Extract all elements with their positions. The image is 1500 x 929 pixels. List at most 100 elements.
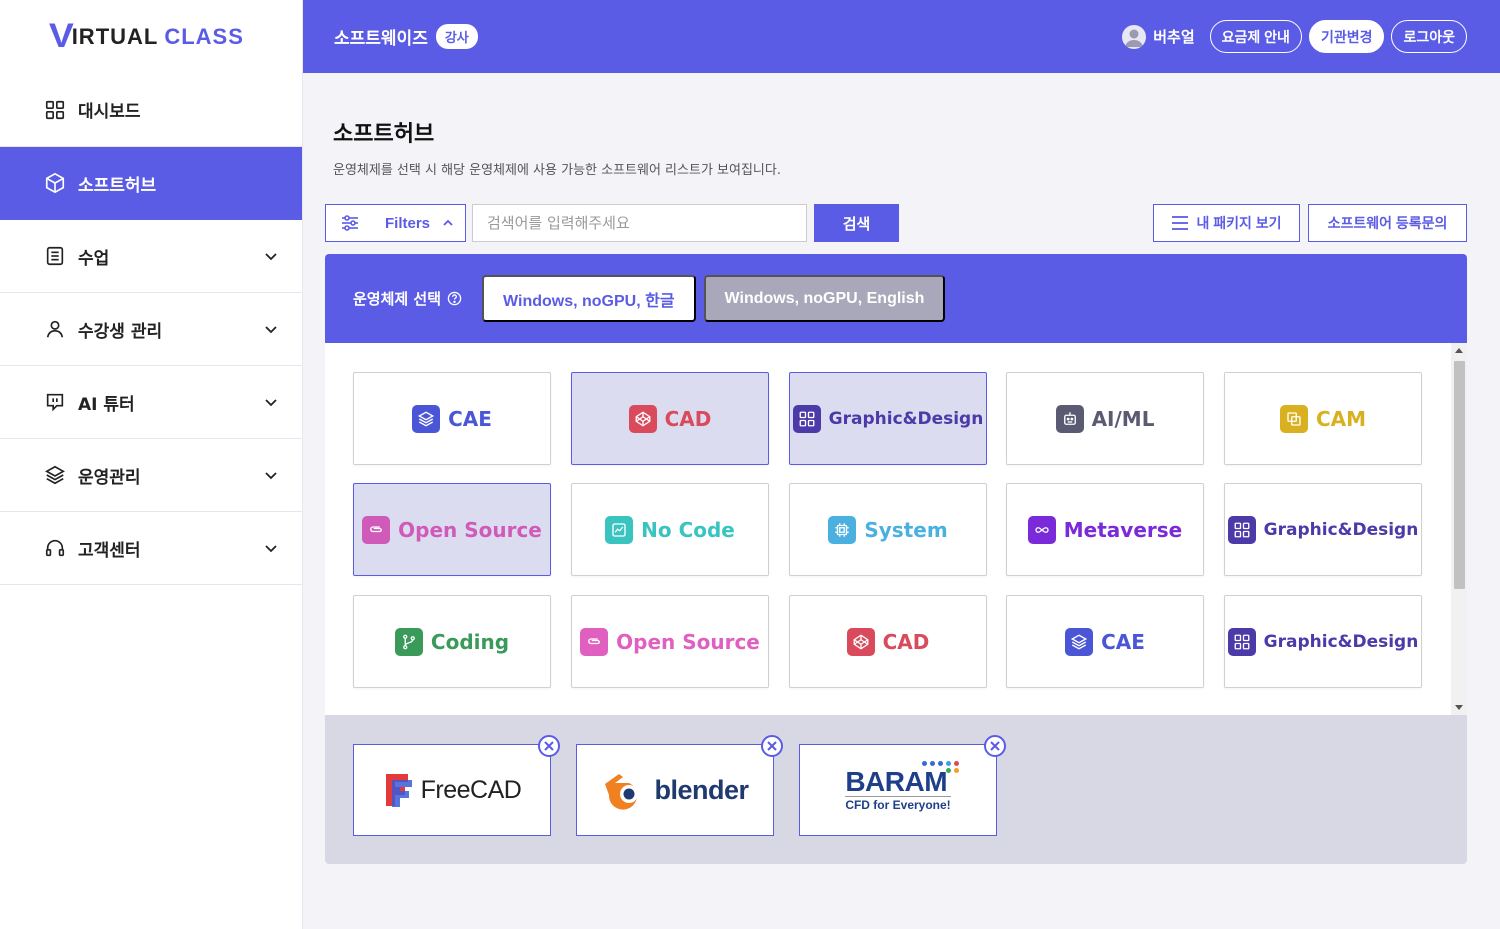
chevron-down-icon[interactable] [262,393,280,411]
category-panel: CAE CAD Graphic&Design AI/ML CAM Open Source N… [325,343,1467,715]
category-card[interactable]: CAE [1006,595,1204,688]
category-card[interactable]: CAD [789,595,987,688]
category-label: AI/ML [1091,406,1155,431]
category-label: Graphic&Design [828,408,984,429]
blender-logo-icon [605,774,639,810]
user-icon [44,318,66,340]
switch-org-button[interactable]: 기관변경 [1308,20,1385,53]
search-button[interactable]: 검색 [814,204,899,242]
freecad-logo-icon [385,774,412,807]
role-badge: 강사 [435,24,478,49]
copy-icon [1279,404,1308,433]
baram-logo: BARAM CFD for Everyone! [845,760,959,812]
sidebar: V IRTUAL CLASS 대시보드소프트허브 수업수강생 관리 AI 튜터운영관리고… [0,0,303,929]
pricing-button[interactable]: 요금제 안내 [1209,20,1302,53]
category-label: Coding [430,629,510,654]
sidebar-item-label: 수강생 관리 [78,321,163,342]
robot-icon [1055,404,1084,433]
sidebar-item-6[interactable]: 운영관리 [0,439,302,512]
scrollbar[interactable] [1451,343,1467,715]
chat-icon [44,391,66,413]
remove-package-freecad[interactable] [538,735,560,757]
category-label: Graphic&Design [1263,631,1419,652]
sliders-icon [342,215,358,231]
category-card[interactable]: CAE [353,372,551,465]
grid-icon [1227,515,1256,544]
sidebar-menu: 대시보드소프트허브 수업수강생 관리 AI 튜터운영관리고객센터 [0,73,302,585]
chevron-down-icon[interactable] [262,320,280,338]
sidebar-item-label: AI 튜터 [78,394,135,415]
grid-icon [1227,627,1256,656]
sidebar-item-3[interactable]: 수업 [0,220,302,293]
chevron-down-icon[interactable] [262,539,280,557]
chevron-down-icon[interactable] [262,247,280,265]
layers-icon [44,464,66,486]
grid-icon [792,404,821,433]
category-card[interactable]: Metaverse [1006,483,1204,576]
software-inquiry-button[interactable]: 소프트웨어 등록문의 [1308,204,1467,242]
scroll-up-arrow[interactable] [1455,348,1463,353]
remove-package-baram[interactable] [984,735,1006,757]
chevron-up-icon [443,219,453,226]
sidebar-item-5[interactable]: AI 튜터 [0,366,302,439]
top-header: 소프트웨이즈 강사 버추얼 요금제 안내 기관변경 로그아웃 [303,0,1500,73]
search-input[interactable] [472,204,807,242]
category-label: CAE [448,406,492,431]
sidebar-item-label: 고객센터 [78,540,141,561]
sidebar-item-4[interactable]: 수강생 관리 [0,293,302,366]
scroll-down-arrow[interactable] [1455,705,1463,710]
category-label: CAE [1101,629,1145,654]
category-label: No Code [641,517,735,542]
scroll-thumb[interactable] [1454,361,1465,589]
blender-wordmark: blender [654,774,749,805]
paperclip-icon [580,627,609,656]
category-card[interactable]: CAM [1224,372,1422,465]
sidebar-item-7[interactable]: 고객센터 [0,512,302,585]
book-icon [44,245,66,267]
logo[interactable]: V IRTUAL CLASS [0,0,302,73]
os-option-windows-english[interactable]: Windows, noGPU, English [703,275,946,322]
chevron-down-icon[interactable] [262,466,280,484]
menu-icon [1172,216,1189,230]
git-branch-icon [394,627,423,656]
package-card-blender[interactable]: blender [576,735,783,836]
user-name[interactable]: 버추얼 [1153,26,1194,47]
sidebar-item-2[interactable]: 소프트허브 [0,147,302,220]
layers-icon [412,404,441,433]
toolbar: Filters 검색 내 패키지 보기 소프트웨어 등록문의 [325,204,1467,242]
category-card[interactable]: AI/ML [1006,372,1204,465]
logout-button[interactable]: 로그아웃 [1391,20,1467,53]
my-package-button[interactable]: 내 패키지 보기 [1153,204,1300,242]
os-option-windows-korean[interactable]: Windows, noGPU, 한글 [482,275,696,322]
package-card-baram[interactable]: BARAM CFD for Everyone! [799,735,1006,836]
category-label: Open Source [616,629,760,654]
close-icon [767,741,777,751]
headset-icon [44,537,66,559]
category-label: System [864,517,948,542]
category-card[interactable]: Open Source [353,483,551,576]
cpu-icon [828,515,857,544]
category-card[interactable]: Coding [353,595,551,688]
category-card[interactable]: Open Source [571,595,769,688]
category-card[interactable]: Graphic&Design [1224,595,1422,688]
package-card-freecad[interactable]: FreeCAD [353,735,560,836]
sidebar-item-label: 대시보드 [78,102,141,122]
user-avatar-icon [1125,29,1144,47]
sidebar-item-label: 운영관리 [78,467,141,488]
category-label: CAM [1315,406,1367,431]
category-card[interactable]: Graphic&Design [1224,483,1422,576]
help-icon[interactable] [447,291,462,306]
os-selector: 운영체제 선택 Windows, noGPU, 한글 Windows, noGP… [325,254,1467,343]
filters-button[interactable]: Filters [325,204,466,242]
layers-icon [1065,627,1094,656]
category-card[interactable]: CAD [571,372,769,465]
remove-package-blender[interactable] [761,735,783,757]
category-card[interactable]: Graphic&Design [789,372,987,465]
category-label: CAD [664,406,712,431]
category-card[interactable]: No Code [571,483,769,576]
category-card[interactable]: System [789,483,987,576]
sidebar-item-1[interactable]: 대시보드 [0,73,302,147]
avatar[interactable] [1122,24,1147,49]
page-description: 운영체제를 선택 시 해당 운영체제에 사용 가능한 소프트웨어 리스트가 보여… [333,163,781,178]
selected-packages-panel: FreeCAD blender BARAM CFD for Everyone! [325,715,1467,864]
